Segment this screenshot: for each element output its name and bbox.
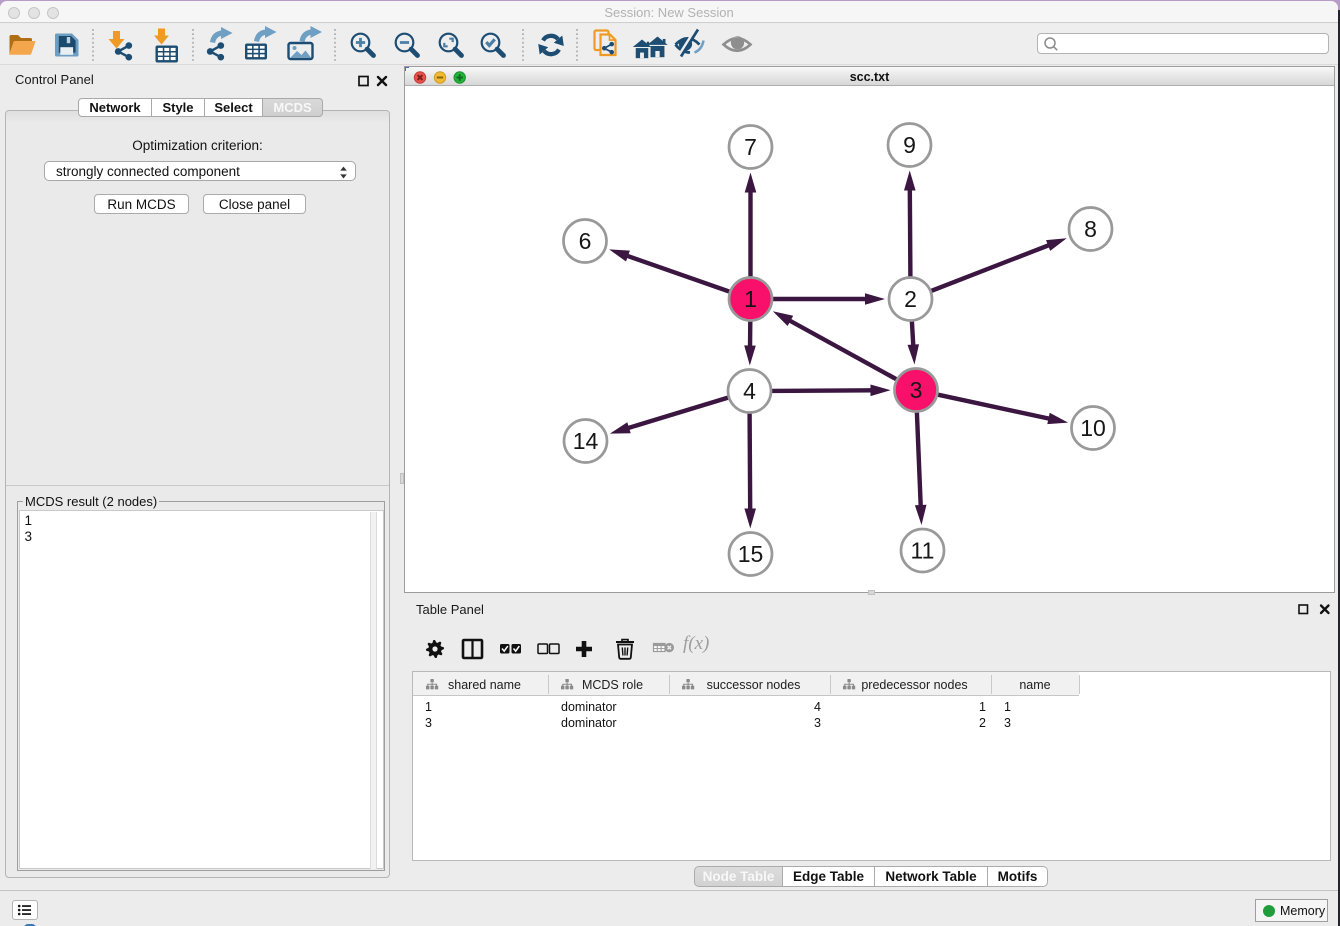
svg-text:10: 10 <box>1080 415 1106 441</box>
svg-text:6: 6 <box>579 228 592 254</box>
svg-text:9: 9 <box>903 132 916 158</box>
svg-text:1: 1 <box>744 286 757 312</box>
svg-text:7: 7 <box>744 134 757 160</box>
svg-text:11: 11 <box>911 538 935 564</box>
svg-text:8: 8 <box>1084 216 1097 242</box>
svg-text:2: 2 <box>904 286 917 312</box>
svg-text:14: 14 <box>573 428 599 454</box>
svg-text:3: 3 <box>910 377 923 403</box>
svg-text:15: 15 <box>738 541 764 567</box>
svg-text:4: 4 <box>743 378 756 404</box>
